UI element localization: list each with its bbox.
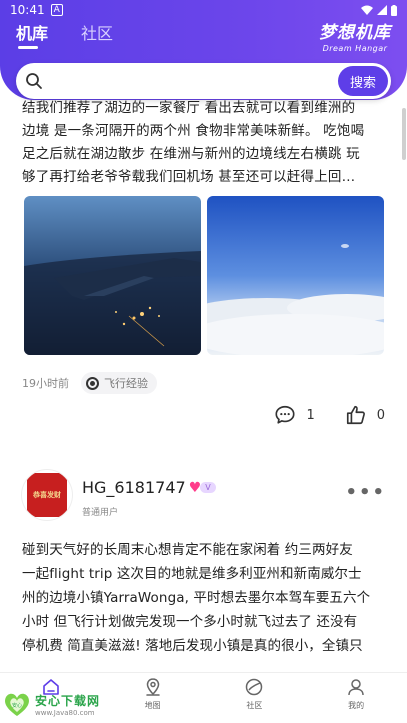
feed[interactable]: 结我们推荐了湖边的一家餐厅 看出去就可以看到维洲的 边境 是一条河隔开的两个州 … [0,0,407,723]
watermark-logo-text: 安心 [12,702,22,709]
scrollbar[interactable] [402,108,406,160]
nav-profile[interactable]: 我的 [305,673,407,723]
post-text-line: 够了再打给老爷爷载我们回机场 甚至还可以赶得上回… [22,169,356,185]
search-bar: 搜索 [16,63,391,99]
tag-label: 飞行经验 [104,377,148,390]
comment-button[interactable]: 1 [274,404,315,426]
nav-label: 我的 [348,701,365,710]
top-tabs: 机库 社区 [16,20,113,49]
wifi-icon [361,5,373,15]
photo-airplane-wing-night[interactable] [24,196,201,355]
photo-clouds-sky[interactable] [207,196,384,355]
watermark-text: 安心下载网 [35,693,101,708]
search-button[interactable]: 搜索 [338,66,388,96]
post-time: 19小时前 [22,377,69,390]
tag-icon [86,376,99,390]
post-text-line: 停机费 简直美滋滋! 落地后发现小镇是真的很小，全镇只 [22,638,363,654]
post-text-line: 州的边境小镇YarraWonga, 平时想去墨尔本驾车要五六个 [22,590,371,606]
avatar[interactable]: 恭喜发财 [22,470,72,520]
post-actions: 1 0 [274,404,385,426]
watermark-logo-icon: 安心 [5,693,29,716]
post-text[interactable]: 碰到天气好的长周末心想肯定不能在家闲着 约三两好友 一起flight trip … [22,538,387,658]
post-divider [0,440,407,448]
thumbs-up-icon [346,405,365,425]
more-options-icon[interactable]: ••• [345,482,386,503]
post-text[interactable]: 结我们推荐了湖边的一家餐厅 看出去就可以看到维洲的 边境 是一条河隔开的两个州 … [22,97,382,189]
search-input[interactable] [50,69,340,93]
topic-tag[interactable]: 飞行经验 [81,372,157,394]
post-meta: 19小时前 飞行经验 [22,372,157,394]
status-bar: 10:41 A [0,0,407,20]
post-text-line: 碰到天气好的长周末心想肯定不能在家闲着 约三两好友 [22,542,353,558]
tab-hangar[interactable]: 机库 [16,20,48,49]
comment-icon [275,405,295,424]
post-text-line: 边境 是一条河隔开的两个州 食物非常美味新鲜。 吃饱喝 [22,123,365,139]
post-photos [24,196,384,356]
nav-map[interactable]: 地图 [102,673,204,723]
brand-subtitle: Dream Hangar [322,44,388,53]
battery-icon [391,4,397,16]
user-role: 普通用户 [82,508,119,518]
post-text-line: 足之后就在湖边散步 在维洲与新州的边境线左右横跳 玩 [22,146,360,162]
username[interactable]: HG_6181747 ♥ V [82,478,216,497]
profile-icon [348,679,364,696]
brand-logo: 梦想机库 Dream Hangar [319,18,391,53]
map-pin-icon [145,678,160,696]
tab-community[interactable]: 社区 [81,20,113,44]
comment-count: 1 [306,407,315,423]
nav-label: 社区 [246,701,263,710]
post-author: 恭喜发财 HG_6181747 ♥ V 普通用户 ••• [22,470,392,520]
post-text-line: 小时 但飞行计划做完发现一个多小时就飞过去了 还没有 [22,614,358,630]
like-count: 0 [376,407,385,423]
username-text: HG_6181747 [82,478,186,497]
post-text-line: 结我们推荐了湖边的一家餐厅 看出去就可以看到维洲的 [22,100,356,116]
app-header: 10:41 A 机库 社区 梦想机库 Dream Hangar 搜索 [0,0,407,100]
signal-icon [377,5,387,15]
post-text-line: 一起flight trip 这次目的地就是维多利亚州和新南威尔士 [22,566,362,582]
vip-badge: V [200,482,216,493]
like-button[interactable]: 0 [345,404,385,426]
community-icon [246,678,263,696]
brand-name: 梦想机库 [319,23,391,43]
avatar-image: 恭喜发财 [27,473,67,517]
nav-community[interactable]: 社区 [204,673,306,723]
notification-icon: A [50,4,63,16]
nav-label: 地图 [144,701,161,710]
watermark: 安心 安心下载网 www.Java80.com [2,690,100,718]
watermark-url: www.Java80.com [35,708,95,717]
status-time: 10:41 [10,3,45,17]
search-icon [26,73,42,89]
